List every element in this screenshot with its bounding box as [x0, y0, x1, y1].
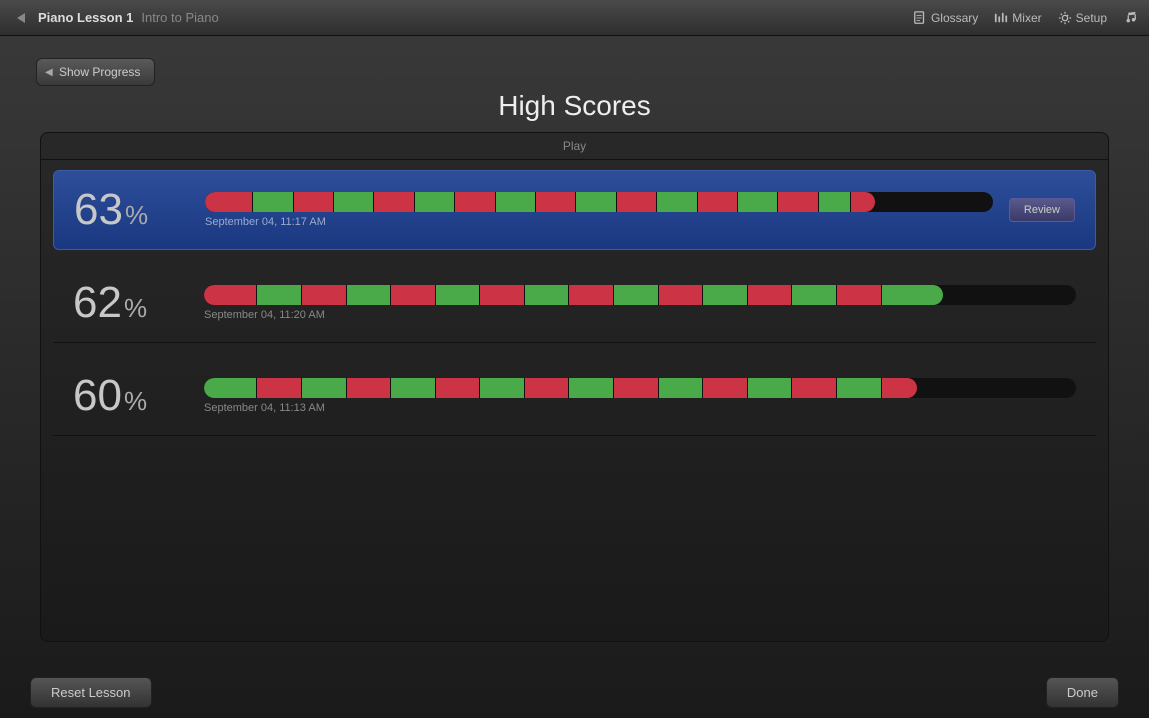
seg: [436, 285, 480, 305]
seg: [204, 285, 256, 305]
seg: [614, 285, 658, 305]
seg: [334, 192, 373, 212]
seg: [525, 285, 569, 305]
score-bar-area-1: September 04, 11:17 AM: [205, 192, 993, 228]
seg: [738, 192, 777, 212]
seg: [882, 378, 917, 398]
app-title: Piano Lesson 1: [38, 10, 133, 25]
seg: [617, 192, 656, 212]
seg: [480, 378, 524, 398]
reset-lesson-button[interactable]: Reset Lesson: [30, 677, 152, 708]
score-bar-area-3: September 04, 11:13 AM: [204, 378, 1076, 414]
seg: [659, 378, 703, 398]
seg: [436, 378, 480, 398]
score-date-1: September 04, 11:17 AM: [205, 216, 993, 228]
seg: [415, 192, 454, 212]
seg: [569, 378, 613, 398]
seg: [480, 285, 524, 305]
seg: [204, 378, 256, 398]
seg: [703, 285, 747, 305]
seg: [703, 378, 747, 398]
glossary-label: Glossary: [931, 11, 978, 25]
seg: [698, 192, 737, 212]
seg: [374, 192, 413, 212]
score-row-1: 63%: [53, 170, 1096, 250]
score-bar-2: [204, 285, 1076, 305]
seg: [257, 378, 301, 398]
score-row-3: 60%: [53, 357, 1096, 436]
score-date-2: September 04, 11:20 AM: [204, 309, 1076, 321]
seg: [792, 378, 836, 398]
score-value-2: 62%: [73, 278, 188, 328]
music-button[interactable]: [1123, 11, 1137, 25]
back-button[interactable]: [12, 9, 30, 27]
seg: [837, 378, 881, 398]
seg: [257, 285, 301, 305]
mixer-button[interactable]: Mixer: [994, 11, 1041, 25]
seg: [659, 285, 703, 305]
seg: [614, 378, 658, 398]
seg: [347, 378, 391, 398]
seg: [748, 378, 792, 398]
score-value-3: 60%: [73, 371, 188, 421]
score-bar-area-2: September 04, 11:20 AM: [204, 285, 1076, 321]
score-value-1: 63%: [74, 185, 189, 235]
seg: [792, 285, 836, 305]
glossary-button[interactable]: Glossary: [913, 11, 978, 25]
seg: [205, 192, 252, 212]
seg: [294, 192, 333, 212]
seg: [496, 192, 535, 212]
page-title: High Scores: [20, 90, 1129, 122]
panel-tab[interactable]: Play: [41, 133, 1108, 160]
app-subtitle: Intro to Piano: [141, 10, 218, 25]
seg: [391, 378, 435, 398]
setup-button[interactable]: Setup: [1058, 11, 1107, 25]
topbar-right: Glossary Mixer Setup: [913, 11, 1137, 25]
seg: [569, 285, 613, 305]
done-button[interactable]: Done: [1046, 677, 1119, 708]
topbar: Piano Lesson 1 Intro to Piano Glossary M…: [0, 0, 1149, 36]
seg: [536, 192, 575, 212]
seg: [851, 192, 875, 212]
seg: [347, 285, 391, 305]
mixer-label: Mixer: [1012, 11, 1041, 25]
seg: [302, 378, 346, 398]
show-progress-label: Show Progress: [59, 65, 140, 79]
seg: [882, 285, 943, 305]
seg: [837, 285, 881, 305]
score-bar-3: [204, 378, 1076, 398]
score-row-2: 62%: [53, 264, 1096, 343]
setup-label: Setup: [1076, 11, 1107, 25]
seg: [748, 285, 792, 305]
seg: [455, 192, 494, 212]
seg: [778, 192, 817, 212]
seg: [525, 378, 569, 398]
topbar-left: Piano Lesson 1 Intro to Piano: [12, 9, 913, 27]
score-bar-1: [205, 192, 993, 212]
seg: [253, 192, 292, 212]
seg: [391, 285, 435, 305]
seg: [819, 192, 851, 212]
content-area: ◀ Show Progress High Scores Play 63%: [0, 36, 1149, 718]
show-progress-button[interactable]: ◀ Show Progress: [36, 58, 155, 86]
bottom-bar: Reset Lesson Done: [0, 666, 1149, 718]
seg: [302, 285, 346, 305]
seg: [657, 192, 696, 212]
review-button[interactable]: Review: [1009, 198, 1075, 222]
score-date-3: September 04, 11:13 AM: [204, 402, 1076, 414]
main-panel: Play 63%: [40, 132, 1109, 642]
seg: [576, 192, 615, 212]
show-progress-arrow: ◀: [45, 67, 53, 78]
